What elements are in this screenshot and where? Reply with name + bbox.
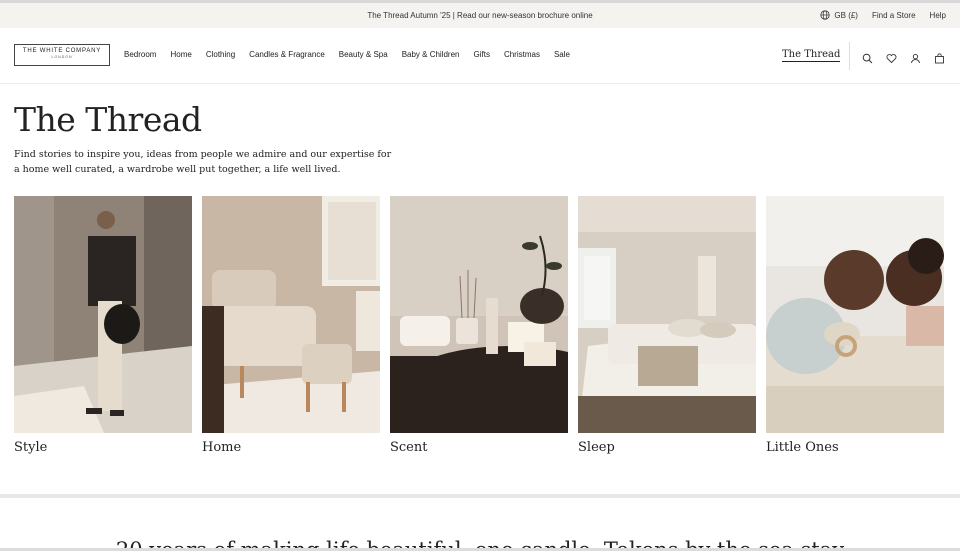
sleep-image[interactable]: [578, 196, 756, 433]
nav-item-clothing[interactable]: Clothing: [206, 50, 235, 59]
brand-logo[interactable]: THE WHITE COMPANY LONDON: [14, 44, 110, 66]
category-card-little-ones[interactable]: Little Ones: [766, 196, 944, 455]
category-label-scent[interactable]: Scent: [390, 440, 568, 455]
main-nav: Bedroom Home Clothing Candles & Fragranc…: [124, 50, 570, 59]
category-label-sleep[interactable]: Sleep: [578, 440, 756, 455]
page-description: Find stories to inspire you, ideas from …: [14, 149, 392, 175]
help-link[interactable]: Help: [930, 11, 946, 20]
nav-item-gifts[interactable]: Gifts: [474, 50, 490, 59]
logo-subtext: LONDON: [51, 55, 73, 59]
category-label-little-ones[interactable]: Little Ones: [766, 440, 944, 455]
category-cards: Style Home Scent Sleep Little Ones: [14, 196, 946, 455]
nav-item-baby-children[interactable]: Baby & Children: [402, 50, 460, 59]
bag-icon[interactable]: [934, 49, 945, 64]
nav-item-candles-fragrance[interactable]: Candles & Fragrance: [249, 50, 325, 59]
category-label-home[interactable]: Home: [202, 440, 380, 455]
little-ones-image[interactable]: [766, 196, 944, 433]
promo-message[interactable]: The Thread Autumn '25 | Read our new-sea…: [0, 11, 960, 20]
locale-selector[interactable]: GB (£): [820, 10, 858, 20]
home-image[interactable]: [202, 196, 380, 433]
account-icon[interactable]: [910, 49, 921, 64]
category-card-home[interactable]: Home: [202, 196, 380, 455]
nav-item-christmas[interactable]: Christmas: [504, 50, 540, 59]
page-title: The Thread: [14, 100, 202, 139]
next-section: 20 years of making life beautiful, one c…: [0, 498, 960, 551]
category-card-sleep[interactable]: Sleep: [578, 196, 756, 455]
logo-text: THE WHITE COMPANY: [22, 48, 102, 54]
category-label-style[interactable]: Style: [14, 440, 192, 455]
locale-label: GB (£): [834, 10, 858, 20]
globe-icon: [820, 10, 831, 20]
category-card-style[interactable]: Style: [14, 196, 192, 455]
heart-icon[interactable]: [886, 49, 897, 64]
style-image[interactable]: [14, 196, 192, 433]
nav-item-beauty-spa[interactable]: Beauty & Spa: [339, 50, 388, 59]
utility-links: GB (£) Find a Store Help: [820, 10, 946, 20]
nav-item-home[interactable]: Home: [170, 50, 191, 59]
nav-item-sale[interactable]: Sale: [554, 50, 570, 59]
find-store-link[interactable]: Find a Store: [872, 11, 916, 20]
nav-item-bedroom[interactable]: Bedroom: [124, 50, 156, 59]
header-divider: [849, 42, 850, 70]
search-icon[interactable]: [862, 49, 873, 64]
promo-bar: The Thread Autumn '25 | Read our new-sea…: [0, 3, 960, 28]
category-card-scent[interactable]: Scent: [390, 196, 568, 455]
header-icons: [862, 49, 945, 64]
scent-image[interactable]: [390, 196, 568, 433]
the-thread-link[interactable]: The Thread: [782, 49, 841, 62]
site-header: THE WHITE COMPANY LONDON Bedroom Home Cl…: [0, 28, 960, 84]
